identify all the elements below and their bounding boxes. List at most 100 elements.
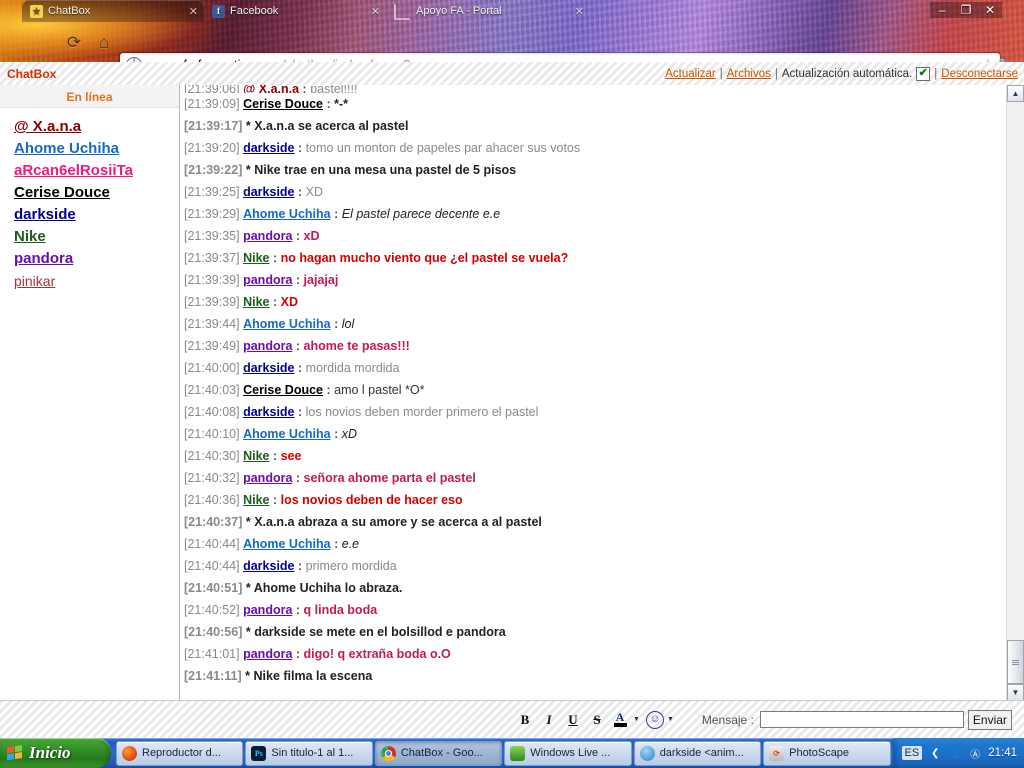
antivirus-tray-icon[interactable]: Ⓐ <box>968 746 982 761</box>
message-author[interactable]: Cerise Douce <box>243 383 323 397</box>
message-timestamp: [21:39:35] <box>184 229 240 243</box>
bold-button[interactable]: B <box>514 710 536 730</box>
text-color-button[interactable]: A <box>610 709 630 731</box>
taskbar-item[interactable]: Ps Sin titulo-1 al 1... <box>245 740 373 766</box>
scrollbar-grip-icon <box>1012 659 1019 666</box>
url-path: /chatbox/index.forum? <box>282 57 410 62</box>
chat-scrollbar[interactable]: ▲ ▼ <box>1006 85 1024 701</box>
online-user[interactable]: darkside <box>14 204 179 226</box>
message-author[interactable]: Cerise Douce <box>243 97 323 111</box>
auto-update-checkbox[interactable]: ✔ <box>916 66 931 81</box>
chat-message: [21:39:39] pandora : jajajaj <box>184 269 1007 291</box>
message-author[interactable]: Ahome Uchiha <box>243 537 331 551</box>
chat-message: [21:40:08] darkside : los novios deben m… <box>184 401 1007 423</box>
message-author[interactable]: darkside <box>243 361 294 375</box>
online-user[interactable]: Nike <box>14 226 179 248</box>
message-author[interactable]: pandora <box>243 647 292 661</box>
smiley-chevron-down-icon[interactable]: ▼ <box>667 716 674 723</box>
online-user[interactable]: Cerise Douce <box>14 182 179 204</box>
chat-message: [21:41:01] pandora : digo! q extraña bod… <box>184 643 1007 665</box>
message-author[interactable]: pandora <box>243 603 292 617</box>
taskbar-item[interactable]: Reproductor d... <box>116 740 244 766</box>
tab-title: Facebook <box>230 5 279 17</box>
bookmark-star-icon[interactable]: ☆ <box>981 56 994 62</box>
taskbar-item[interactable]: ChatBox - Goo... <box>374 740 503 766</box>
message-author[interactable]: Nike <box>243 493 269 507</box>
message-author[interactable]: @ X.a.n.a <box>243 85 299 93</box>
message-author[interactable]: Nike <box>243 251 269 265</box>
underline-button[interactable]: U <box>562 710 584 730</box>
browser-tab-chatbox[interactable]: ★ ChatBox ✕ <box>22 0 204 22</box>
message-text: q linda boda <box>303 603 378 617</box>
message-author[interactable]: pandora <box>243 273 292 287</box>
message-author[interactable]: Ahome Uchiha <box>243 427 331 441</box>
strikethrough-button[interactable]: S <box>586 710 608 730</box>
message-separator: : <box>272 493 278 507</box>
tab-title: ChatBox <box>48 5 91 17</box>
chat-message: [21:40:10] Ahome Uchiha : xD <box>184 423 1007 445</box>
tab-close-icon[interactable]: ✕ <box>567 5 584 18</box>
message-author[interactable]: pandora <box>243 471 292 485</box>
message-author[interactable]: pandora <box>243 339 292 353</box>
send-button[interactable]: Enviar <box>967 709 1012 730</box>
message-author[interactable]: Nike <box>243 449 269 463</box>
window-restore-button[interactable]: ❐ <box>953 2 978 18</box>
language-indicator[interactable]: ES <box>901 746 923 760</box>
message-author[interactable]: darkside <box>243 559 294 573</box>
online-user[interactable]: @ X.a.n.a <box>14 116 179 138</box>
message-separator: : <box>334 427 339 441</box>
chat-action-message: [21:40:37] * X.a.n.a abraza a su amore y… <box>184 511 1007 533</box>
text-color-letter: A <box>615 710 625 724</box>
message-author[interactable]: Ahome Uchiha <box>243 207 331 221</box>
scroll-down-button[interactable]: ▼ <box>1007 684 1024 701</box>
window-minimize-button[interactable]: – <box>929 2 954 18</box>
taskbar-item[interactable]: ⟳ PhotoScape <box>763 740 891 766</box>
taskbar-item[interactable]: darkside <anim... <box>633 740 762 766</box>
message-label: Mensaje : <box>701 712 754 727</box>
scrollbar-thumb[interactable] <box>1007 640 1024 684</box>
message-text: ahome te pasas!!! <box>303 339 410 353</box>
home-icon[interactable]: ⌂ <box>92 30 116 54</box>
disconnect-link[interactable]: Desconectarse <box>941 68 1018 80</box>
window-close-button[interactable]: ✕ <box>977 2 1002 18</box>
refresh-link[interactable]: Actualizar <box>665 68 716 80</box>
message-author[interactable]: darkside <box>243 141 294 155</box>
message-author[interactable]: Nike <box>243 295 269 309</box>
format-toolbar: B I U S A ▼ ☺ ▼ <box>514 709 678 731</box>
color-chevron-down-icon[interactable]: ▼ <box>633 716 640 723</box>
chat-message: [21:39:39] Nike : XD <box>184 291 1007 313</box>
online-user[interactable]: pandora <box>14 248 179 270</box>
message-composer: B I U S A ▼ ☺ ▼ Mensaje : Enviar <box>0 700 1024 738</box>
online-user[interactable]: Ahome Uchiha <box>14 138 179 160</box>
message-author[interactable]: darkside <box>243 405 294 419</box>
start-button[interactable]: Inicio <box>0 738 111 768</box>
reload-icon[interactable]: ⟳ <box>62 30 86 54</box>
chat-message: [21:40:44] darkside : primero mordida <box>184 555 1007 577</box>
address-bar[interactable]: apoyofa.foroactivo.com/chatbox/index.for… <box>120 53 1000 62</box>
show-hidden-icons-button[interactable]: ❮ <box>928 746 942 760</box>
message-timestamp: [21:40:51] <box>184 581 243 595</box>
message-timestamp: [21:40:37] <box>184 515 243 529</box>
messenger-tray-icon[interactable]: 👤 <box>948 746 962 760</box>
message-author[interactable]: darkside <box>243 185 294 199</box>
archives-link[interactable]: Archivos <box>727 68 771 80</box>
smiley-button[interactable]: ☺ <box>645 710 664 729</box>
chat-action-message: [21:40:51] * Ahome Uchiha lo abraza. <box>184 577 1007 599</box>
tab-close-icon[interactable]: ✕ <box>181 5 198 18</box>
message-input[interactable] <box>759 711 964 728</box>
chat-action-message: [21:40:56] * darkside se mete en el bols… <box>184 621 1007 643</box>
message-author[interactable]: Ahome Uchiha <box>243 317 331 331</box>
message-text: * Nike trae en una mesa una pastel de 5 … <box>245 163 517 177</box>
taskbar-item[interactable]: Windows Live ... <box>504 740 632 766</box>
italic-button[interactable]: I <box>538 710 560 730</box>
online-user[interactable]: pinikar <box>14 270 179 292</box>
browser-tab-apoyo-fa[interactable]: Apoyo FA - Portal ✕ <box>386 0 590 22</box>
message-author[interactable]: pandora <box>243 229 292 243</box>
tab-close-icon[interactable]: ✕ <box>363 5 380 18</box>
message-timestamp: [21:40:44] <box>184 537 240 551</box>
online-user[interactable]: aRcan6elRosiiTa <box>14 160 179 182</box>
scroll-up-button[interactable]: ▲ <box>1007 85 1024 102</box>
browser-tab-facebook[interactable]: f Facebook ✕ <box>204 0 386 22</box>
message-separator: : <box>298 141 303 155</box>
message-timestamp: [21:40:00] <box>184 361 240 375</box>
